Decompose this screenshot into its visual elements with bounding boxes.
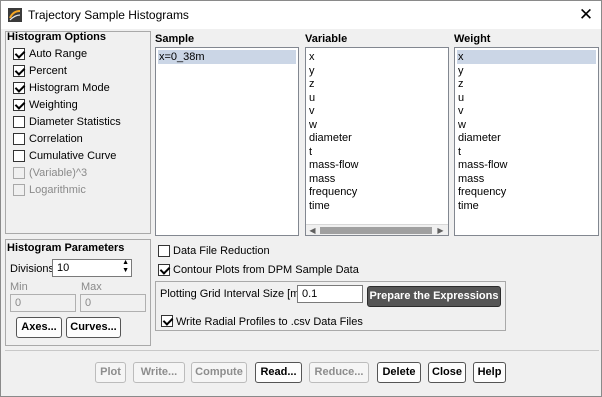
title-bar: Trajectory Sample Histograms ✕: [1, 1, 601, 29]
weight-item[interactable]: time: [458, 200, 479, 212]
weight-item[interactable]: t: [458, 146, 461, 158]
histogram-option-checkbox[interactable]: [13, 48, 25, 60]
weight-item[interactable]: v: [458, 105, 464, 117]
histogram-option-checkbox[interactable]: [13, 133, 25, 145]
max-value: 0: [85, 297, 92, 309]
window-title: Trajectory Sample Histograms: [28, 8, 189, 22]
variable-item[interactable]: u: [309, 92, 315, 104]
histogram-option-label: Weighting: [29, 99, 78, 111]
divisions-spinner[interactable]: 10 ▲ ▼: [52, 259, 132, 277]
variable-item[interactable]: mass: [309, 173, 335, 185]
min-label: Min: [10, 281, 28, 293]
close-icon[interactable]: ✕: [573, 3, 599, 27]
variable-item[interactable]: v: [309, 105, 315, 117]
variable-item[interactable]: z: [309, 78, 315, 90]
histogram-option-checkbox[interactable]: [13, 167, 25, 179]
weight-item[interactable]: w: [458, 119, 466, 131]
max-field[interactable]: 0: [80, 294, 146, 312]
weight-item[interactable]: x: [458, 51, 464, 63]
histogram-options-title: Histogram Options: [7, 31, 107, 43]
fluent-app-icon: [8, 8, 22, 22]
reduce-button[interactable]: Reduce...: [309, 362, 369, 383]
grid-interval-label: Plotting Grid Interval Size [m]: [160, 288, 303, 300]
compute-button[interactable]: Compute: [191, 362, 247, 383]
variable-horizontal-scrollbar[interactable]: ◀ ▶: [306, 224, 448, 235]
close-button[interactable]: Close: [428, 362, 466, 383]
histogram-option-label: (Variable)^3: [29, 167, 88, 179]
min-field[interactable]: 0: [10, 294, 76, 312]
variable-title: Variable: [305, 33, 348, 45]
variable-item[interactable]: mass-flow: [309, 159, 359, 171]
histogram-option-label: Logarithmic: [29, 184, 86, 196]
scroll-left-arrow-icon[interactable]: ◀: [307, 225, 318, 235]
weight-item[interactable]: mass-flow: [458, 159, 508, 171]
scroll-right-arrow-icon[interactable]: ▶: [435, 225, 446, 235]
spinner-up-icon[interactable]: ▲: [122, 259, 129, 267]
histogram-parameters-title: Histogram Parameters: [7, 242, 125, 254]
divisions-value: 10: [57, 262, 70, 274]
weight-item[interactable]: z: [458, 78, 464, 90]
read-button[interactable]: Read...: [255, 362, 302, 383]
write-radial-profiles-label: Write Radial Profiles to .csv Data Files: [176, 316, 363, 328]
histogram-option-label: Correlation: [29, 133, 83, 145]
contour-plots-checkbox[interactable]: [158, 264, 170, 276]
variable-item[interactable]: diameter: [309, 132, 352, 144]
variable-item[interactable]: frequency: [309, 186, 357, 198]
curves-button[interactable]: Curves...: [66, 317, 121, 338]
spinner-down-icon[interactable]: ▼: [122, 267, 129, 275]
variable-listbox[interactable]: x y z u v w diameter t mass-flow mass frequency tim…: [305, 47, 449, 236]
separator: [5, 350, 599, 351]
variable-item[interactable]: t: [309, 146, 312, 158]
histogram-option-label: Auto Range: [29, 48, 88, 60]
variable-item[interactable]: x: [309, 51, 315, 63]
trajectory-sample-histograms-dialog: Trajectory Sample Histograms ✕ Histogram…: [0, 0, 602, 397]
variable-item[interactable]: y: [309, 65, 315, 77]
weight-item[interactable]: u: [458, 92, 464, 104]
help-button[interactable]: Help: [473, 362, 506, 383]
histogram-option-label: Histogram Mode: [29, 82, 110, 94]
weight-item[interactable]: frequency: [458, 186, 506, 198]
sample-item[interactable]: x=0_38m: [159, 51, 205, 63]
histogram-option-checkbox[interactable]: [13, 150, 25, 162]
weight-item[interactable]: y: [458, 65, 464, 77]
plot-button[interactable]: Plot: [95, 362, 126, 383]
data-file-reduction-checkbox[interactable]: [158, 245, 170, 257]
sample-listbox[interactable]: x=0_38m: [155, 47, 299, 236]
grid-interval-field[interactable]: 0.1: [297, 285, 363, 303]
histogram-option-checkbox[interactable]: [13, 82, 25, 94]
variable-item[interactable]: w: [309, 119, 317, 131]
weight-title: Weight: [454, 33, 491, 45]
axes-button[interactable]: Axes...: [16, 317, 62, 338]
grid-interval-value: 0.1: [302, 288, 318, 300]
histogram-option-label: Diameter Statistics: [29, 116, 121, 128]
max-label: Max: [81, 281, 102, 293]
write-radial-profiles-checkbox[interactable]: [161, 315, 173, 327]
write-button[interactable]: Write...: [133, 362, 185, 383]
variable-item[interactable]: time: [309, 200, 330, 212]
delete-button[interactable]: Delete: [377, 362, 421, 383]
prepare-expressions-button[interactable]: Prepare the Expressions: [367, 286, 501, 307]
histogram-option-label: Cumulative Curve: [29, 150, 117, 162]
weight-listbox[interactable]: x y z u v w diameter t mass-flow mass frequency tim…: [454, 47, 599, 236]
divisions-label: Divisions: [10, 263, 55, 275]
weight-item[interactable]: mass: [458, 173, 484, 185]
histogram-option-checkbox[interactable]: [13, 116, 25, 128]
scrollbar-thumb[interactable]: [320, 227, 432, 234]
histogram-option-checkbox[interactable]: [13, 65, 25, 77]
weight-selected-highlight: [457, 50, 596, 64]
sample-title: Sample: [155, 33, 195, 45]
histogram-option-checkbox[interactable]: [13, 99, 25, 111]
min-value: 0: [15, 297, 22, 309]
contour-plots-label: Contour Plots from DPM Sample Data: [173, 264, 359, 276]
histogram-option-checkbox[interactable]: [13, 184, 25, 196]
histogram-option-label: Percent: [29, 65, 67, 77]
weight-item[interactable]: diameter: [458, 132, 501, 144]
data-file-reduction-label: Data File Reduction: [173, 245, 270, 257]
